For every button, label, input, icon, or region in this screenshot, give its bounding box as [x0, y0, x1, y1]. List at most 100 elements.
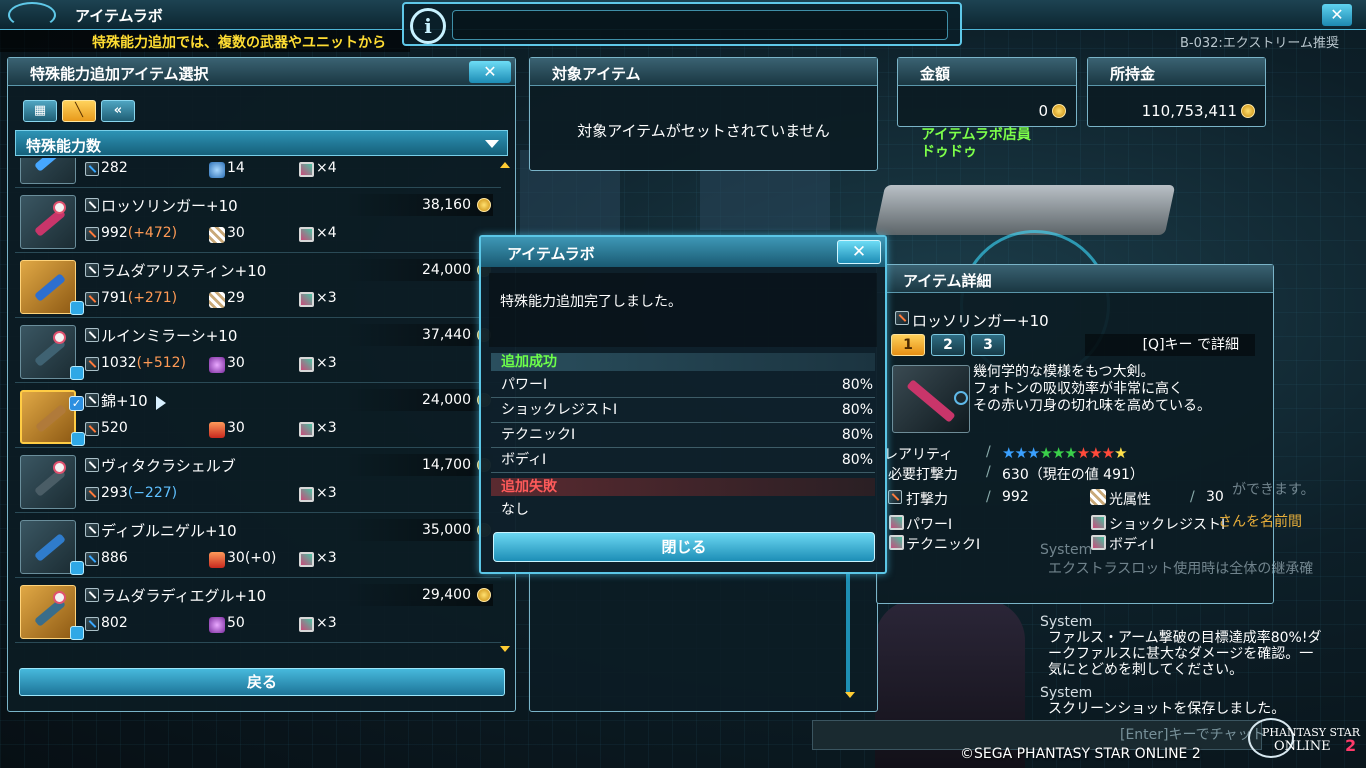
- cost-value: 0: [1038, 102, 1048, 120]
- price-bar: 35,000: [345, 519, 493, 541]
- item-price: 38,160: [422, 197, 471, 213]
- chat-faded-text: エクストラスロット使用時は全体の継承確: [1048, 561, 1314, 577]
- item-name: ロッソリンガー+10: [101, 197, 238, 215]
- rarity-star-icon: ★: [1051, 444, 1065, 462]
- filter-all-button[interactable]: ▦: [23, 100, 57, 122]
- ability-slot-icon: [299, 357, 314, 372]
- ability-list-scrollbar[interactable]: [846, 574, 850, 694]
- item-row[interactable]: ラムダアリスティン+10 24,000 791(+271) 29 ×3: [15, 256, 501, 318]
- ability-slot-icon: [299, 552, 314, 567]
- lock-icon: [70, 561, 84, 575]
- filter-unit-button[interactable]: «: [101, 100, 135, 122]
- failure-row: なし: [501, 502, 529, 518]
- chat-input-hint[interactable]: [Enter]キーでチャット: [1120, 724, 1266, 744]
- price-bar: 24,000: [345, 389, 493, 411]
- item-row[interactable]: ルインミラーシ+10 37,440 1032(+512) 30 ×3: [15, 321, 501, 383]
- quest-label: B-032:エクストリーム推奨: [1180, 36, 1340, 51]
- result-dialog-title: アイテムラボ: [507, 245, 595, 263]
- rarity-star-icon: ★: [1076, 444, 1090, 462]
- price-bar: 38,160: [345, 194, 493, 216]
- sort-dropdown[interactable]: 特殊能力数: [15, 130, 508, 156]
- chat-message: 気にとどめを刺してください。: [1048, 662, 1244, 678]
- item-row[interactable]: ディブルニゲル+10 35,000 886 30(+0) ×3: [15, 516, 501, 578]
- chat-message: ークファルスに甚大なダメージを確認。一: [1048, 646, 1314, 662]
- cost-panel: 金額 0: [897, 57, 1077, 127]
- result-dialog-close-button[interactable]: ✕: [837, 240, 881, 264]
- lock-icon: [71, 432, 85, 446]
- dark-element-icon: [209, 357, 225, 373]
- item-price: 24,000: [422, 262, 471, 278]
- weapon-type-icon: [85, 263, 99, 277]
- scroll-down-arrow-icon[interactable]: [500, 646, 510, 652]
- attack-value: 992: [101, 225, 128, 241]
- money-panel-title: 所持金: [1110, 65, 1156, 83]
- slot-count: ×4: [316, 225, 337, 241]
- success-ability-row: テクニックI 80%: [491, 423, 875, 448]
- npc-label-name: ドゥドゥ: [921, 144, 977, 160]
- item-price: 29,400: [422, 587, 471, 603]
- attack-value: 1032: [101, 355, 137, 371]
- close-dialog-button[interactable]: 閉じる: [493, 532, 875, 562]
- element-label: 光属性: [1109, 492, 1151, 508]
- ability-rate: 80%: [841, 452, 873, 468]
- ability-list-panel: [529, 560, 878, 712]
- no-trade-icon: [53, 461, 66, 474]
- item-name: ラムダアリスティン+10: [101, 262, 267, 280]
- ability-slot-icon: [1091, 535, 1106, 550]
- attack-bonus: (+472): [127, 225, 178, 241]
- lock-icon: [70, 626, 84, 640]
- filter-weapon-button[interactable]: ╲: [62, 100, 96, 122]
- fire-element-icon: [209, 422, 225, 438]
- back-button[interactable]: 戻る: [19, 668, 505, 696]
- info-icon[interactable]: i: [410, 8, 446, 44]
- result-dialog-header: アイテムラボ ✕: [481, 237, 885, 267]
- no-trade-icon: [53, 201, 66, 214]
- ability-slot-icon: [299, 487, 314, 502]
- slot-count: ×3: [316, 420, 337, 436]
- item-attack: 802: [101, 615, 128, 631]
- select-panel-header: 特殊能力追加アイテム選択 ✕: [8, 58, 515, 86]
- item-row[interactable]: ✓ 錦+10 24,000 520 30 ×3: [15, 386, 501, 448]
- item-row[interactable]: 282 14 ×4: [15, 158, 501, 188]
- result-dialog: アイテムラボ ✕ 特殊能力追加完了しました。 追加成功 パワーI 80% ショッ…: [479, 235, 887, 574]
- cost-panel-title: 金額: [920, 65, 951, 83]
- npc-label: アイテムラボ店員 ドゥドゥ: [921, 127, 1031, 161]
- item-row[interactable]: ヴィタクラシェルブ 14,700 293(−227) ×3: [15, 451, 501, 513]
- ability-list-scroll-down-icon[interactable]: [845, 692, 855, 698]
- success-header: 追加成功: [491, 353, 875, 371]
- chat-message: スクリーンショットを保存しました。: [1048, 701, 1286, 717]
- attack-icon: [85, 617, 99, 631]
- item-price: 24,000: [422, 392, 471, 408]
- item-row[interactable]: ラムダラディエグル+10 29,400 802 50 ×3: [15, 581, 501, 643]
- attack-value: 802: [101, 615, 128, 631]
- detail-item-name: ロッソリンガー+10: [912, 312, 1049, 330]
- target-empty-message: 対象アイテムがセットされていません: [577, 122, 830, 140]
- item-thumbnail: [20, 158, 76, 184]
- ability-slot-icon: [889, 535, 904, 550]
- item-thumbnail: [20, 260, 84, 315]
- cursor-icon: [156, 396, 166, 410]
- element-value: 30: [227, 355, 245, 371]
- success-ability-row: ボディI 80%: [491, 448, 875, 473]
- scroll-up-arrow-icon[interactable]: [500, 162, 510, 168]
- target-panel-title: 対象アイテム: [552, 65, 641, 83]
- price-bar: 14,700: [345, 454, 493, 476]
- detail-tab-1[interactable]: 1: [891, 334, 925, 356]
- chat-sender: System: [1040, 614, 1093, 630]
- detail-tab-2[interactable]: 2: [931, 334, 965, 356]
- ticker-text: 特殊能力追加では、複数の武器やユニットから: [92, 35, 386, 51]
- meseta-icon: [477, 198, 491, 212]
- window-close-button[interactable]: ✕: [1322, 4, 1352, 26]
- detail-tab-3[interactable]: 3: [971, 334, 1005, 356]
- detail-description: 幾何学的な模様をもつ大剣。 フォトンの吸収効率が非常に高く その赤い刀身の切れ味…: [973, 364, 1211, 415]
- detail-panel-title: アイテム詳細: [903, 272, 992, 290]
- ability-slot-icon: [889, 515, 904, 530]
- ability-slot-icon: [299, 617, 314, 632]
- light-element-icon: [1090, 489, 1106, 505]
- item-row[interactable]: ロッソリンガー+10 38,160 992(+472) 30 ×4: [15, 191, 501, 253]
- required-atk-label: 必要打撃力: [888, 467, 958, 483]
- attack-icon: [85, 487, 99, 501]
- attack-value: 293: [101, 485, 128, 501]
- item-attack: 293(−227): [101, 485, 177, 501]
- select-panel-close-button[interactable]: ✕: [469, 61, 511, 83]
